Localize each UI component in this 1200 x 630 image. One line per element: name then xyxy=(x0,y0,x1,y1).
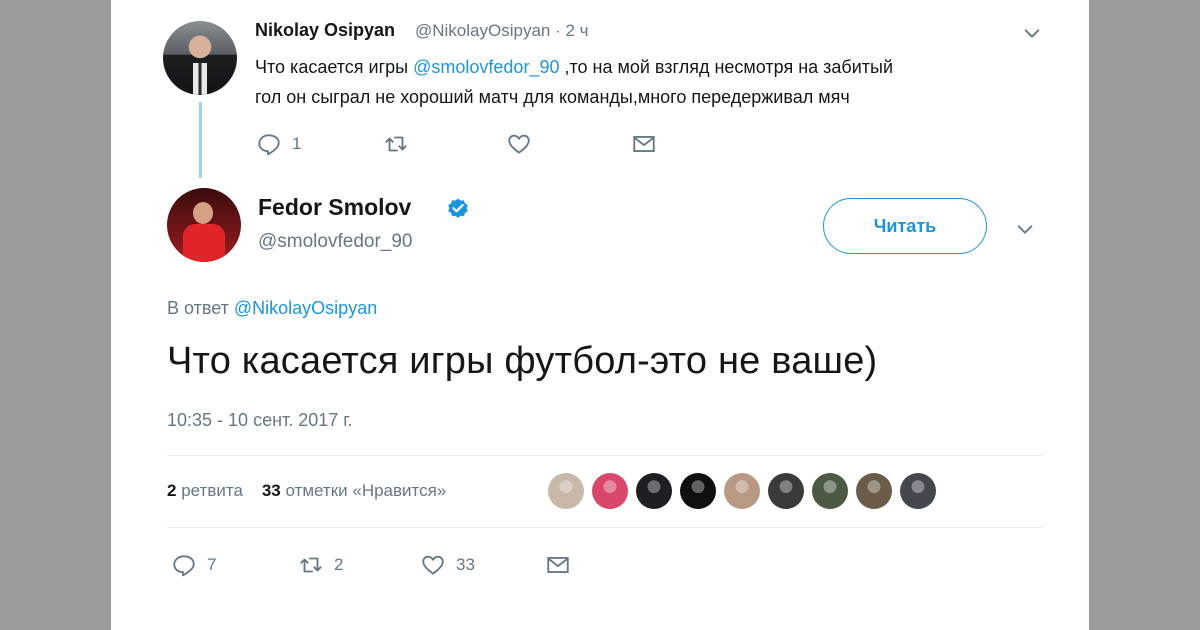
nikolay-avatar[interactable] xyxy=(163,21,237,95)
retweets-label[interactable]: ретвита xyxy=(181,481,243,500)
liker-avatar[interactable] xyxy=(856,473,892,509)
reply-count: 7 xyxy=(207,555,217,574)
liker-avatar[interactable] xyxy=(592,473,628,509)
follow-button[interactable]: Читать xyxy=(823,198,987,254)
parent-dm-button[interactable] xyxy=(631,131,657,157)
parent-author-name[interactable]: Nikolay Osipyan xyxy=(255,20,395,41)
fedor-avatar[interactable] xyxy=(167,188,241,262)
retweet-count: 2 xyxy=(334,555,344,574)
reply-button[interactable]: 7 xyxy=(171,552,216,578)
likers-avatar-row xyxy=(548,473,936,509)
parent-mention-link[interactable]: @smolovfedor_90 xyxy=(413,57,559,77)
divider-bottom xyxy=(167,527,1043,528)
reply-to-mention-link[interactable]: @NikolayOsipyan xyxy=(234,298,377,318)
chevron-down-icon[interactable] xyxy=(1021,22,1043,44)
tweet-card: Nikolay Osipyan @NikolayOsipyan · 2 ч Чт… xyxy=(111,0,1089,630)
tweet-timestamp[interactable]: 10:35 - 10 сент. 2017 г. xyxy=(167,410,353,431)
likes-label[interactable]: отметки «Нравится» xyxy=(285,481,446,500)
parent-text-line2: гол он сыграл не хороший матч для команд… xyxy=(255,87,850,107)
liker-avatar[interactable] xyxy=(548,473,584,509)
tweet-stats: 2 ретвита 33 отметки «Нравится» xyxy=(167,481,446,501)
reply-to-prefix: В ответ xyxy=(167,298,234,318)
liker-avatar[interactable] xyxy=(768,473,804,509)
retweet-button[interactable]: 2 xyxy=(298,552,343,578)
main-tweet-text: Что касается игры футбол-это не ваше) xyxy=(167,340,878,382)
envelope-icon xyxy=(547,557,569,573)
parent-like-button[interactable] xyxy=(506,131,532,157)
like-button[interactable]: 33 xyxy=(420,552,475,578)
retweet-icon xyxy=(300,557,322,573)
parent-reply-button[interactable]: 1 xyxy=(256,131,301,157)
dm-button[interactable] xyxy=(545,552,571,578)
parent-tweet-text: Что касается игры @smolovfedor_90 ,то на… xyxy=(255,52,1025,112)
liker-avatar[interactable] xyxy=(812,473,848,509)
chevron-down-icon[interactable] xyxy=(1014,218,1036,240)
like-count: 33 xyxy=(456,555,475,574)
liker-avatar[interactable] xyxy=(900,473,936,509)
envelope-icon xyxy=(633,136,655,152)
liker-avatar[interactable] xyxy=(724,473,760,509)
liker-avatar[interactable] xyxy=(680,473,716,509)
parent-text-prefix: Что касается игры xyxy=(255,57,414,77)
thread-connector-line xyxy=(199,102,202,178)
retweets-count[interactable]: 2 xyxy=(167,481,176,500)
parent-text-line1: ,то на мой взгляд несмотря на забитый xyxy=(559,57,894,77)
divider-top xyxy=(167,455,1043,456)
likes-count[interactable]: 33 xyxy=(262,481,281,500)
reply-icon xyxy=(173,555,195,577)
main-author-handle[interactable]: @smolovfedor_90 xyxy=(258,231,412,253)
heart-icon xyxy=(508,134,530,154)
main-author-name[interactable]: Fedor Smolov xyxy=(258,194,411,221)
reply-to-line: В ответ @NikolayOsipyan xyxy=(167,298,377,319)
liker-avatar[interactable] xyxy=(636,473,672,509)
reply-icon xyxy=(258,134,280,156)
parent-reply-count: 1 xyxy=(292,134,302,153)
parent-author-handle-time[interactable]: @NikolayOsipyan · 2 ч xyxy=(415,21,589,41)
parent-retweet-button[interactable] xyxy=(383,131,409,157)
retweet-icon xyxy=(385,136,407,152)
verified-badge-icon xyxy=(448,198,468,218)
heart-icon xyxy=(422,555,444,575)
